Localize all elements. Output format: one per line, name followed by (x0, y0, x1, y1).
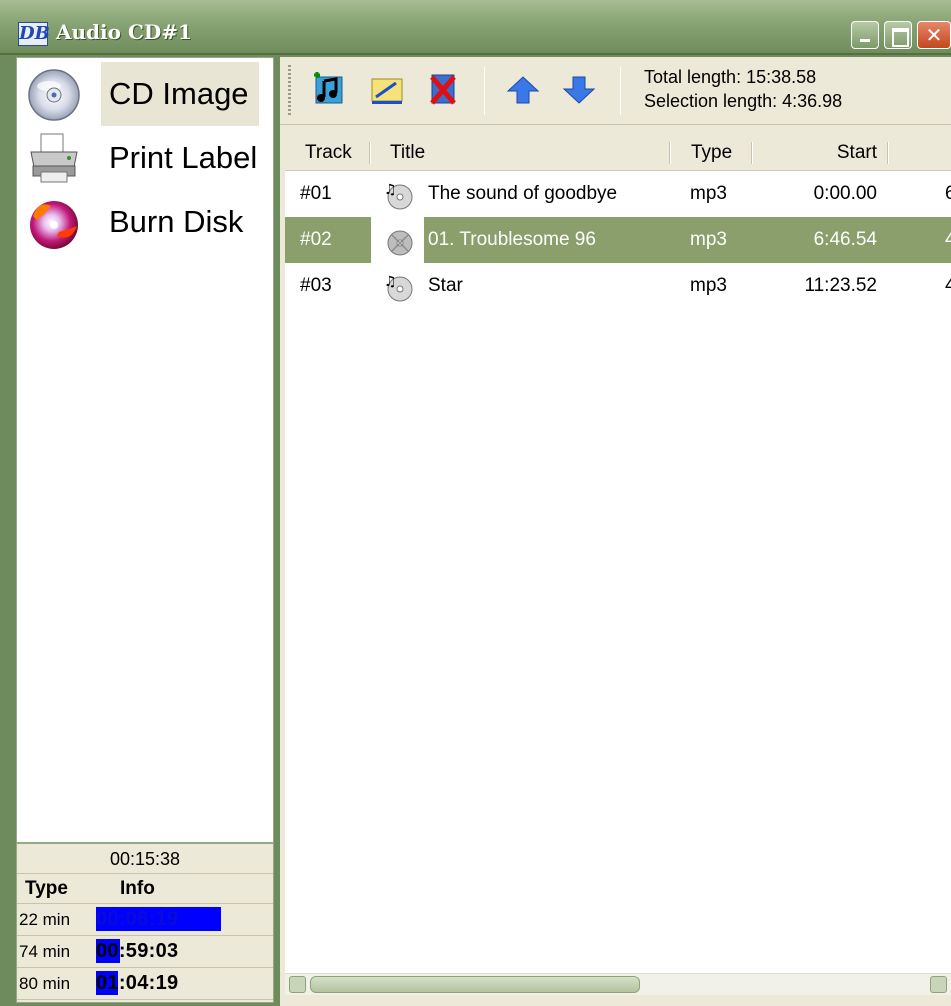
maximize-icon (885, 22, 911, 48)
track-length-partial: 6 (945, 183, 951, 204)
cd-icon (28, 69, 80, 121)
track-title: Star (428, 275, 463, 296)
track-number: #03 (300, 275, 332, 296)
scroll-left-button[interactable] (289, 976, 306, 993)
capacity-type: 22 min (19, 910, 71, 929)
svg-text:♫: ♫ (384, 274, 397, 290)
column-header-track[interactable]: Track (285, 134, 371, 171)
toolbar-grip[interactable] (288, 65, 291, 117)
disc-capacity-panel: 00:15:38 Type Info 22 min 00:06:19 74 mi… (16, 843, 274, 1003)
info-header: Info (120, 878, 155, 899)
title-bar[interactable]: DB Audio CD#1 ✕ (0, 0, 951, 55)
track-type: mp3 (690, 275, 727, 296)
add-track-icon[interactable] (310, 71, 348, 109)
nav-item-burn-disk[interactable]: Burn Disk (21, 190, 271, 254)
track-length-partial: 4 (945, 229, 951, 250)
nav-item-cd-image[interactable]: CD Image (21, 62, 271, 126)
track-number: #01 (300, 183, 332, 204)
music-cd-icon: ♫ (384, 274, 413, 302)
close-icon: ✕ (925, 23, 943, 47)
capacity-row: 80 min 01:04:19 (17, 968, 273, 1000)
list-header: Track Title Type Start (285, 134, 951, 171)
capacity-type: 80 min (19, 974, 71, 993)
capacity-type: 74 min (19, 942, 71, 961)
music-cd-icon: ♫ (384, 182, 413, 210)
remove-icon[interactable] (424, 71, 462, 109)
track-length-partial: 4 (945, 275, 951, 296)
capacity-row: 74 min 00:59:03 (17, 936, 273, 968)
minimize-icon (852, 22, 878, 48)
edit-icon[interactable] (368, 71, 406, 109)
track-type: mp3 (690, 183, 727, 204)
type-header: Type (25, 878, 68, 899)
svg-text:♫: ♫ (384, 182, 397, 198)
horizontal-scrollbar[interactable] (285, 973, 951, 995)
tracklist-pane: Total length: 15:38.58 Selection length:… (280, 57, 951, 1006)
move-down-icon[interactable] (560, 71, 598, 109)
nav-item-label: CD Image (101, 62, 259, 126)
length-info: Total length: 15:38.58 Selection length:… (644, 65, 842, 113)
burn-disk-icon (30, 201, 78, 249)
selection-length: Selection length: 4:36.98 (644, 91, 843, 111)
track-number: #02 (300, 229, 332, 250)
total-length: Total length: 15:38.58 (644, 67, 817, 87)
table-row[interactable]: #01 ♫ The sound of goodbye mp3 0:00.00 6 (285, 171, 951, 217)
table-row[interactable]: #02 01. Troublesome 96 mp3 6:46.54 4 (285, 217, 951, 263)
music-cd-icon (387, 230, 413, 256)
track-start: 11:23.52 (804, 275, 877, 296)
capacity-row: 22 min 00:06:19 (17, 904, 273, 936)
capacity-value: 00:06:19 (96, 908, 179, 930)
maximize-button[interactable] (884, 21, 912, 49)
column-header-start[interactable]: Start (753, 134, 889, 171)
close-button[interactable]: ✕ (917, 21, 951, 49)
column-header-type[interactable]: Type (671, 134, 753, 171)
capacity-value: 01:04:19 (96, 972, 179, 994)
left-nav-pane: CD Image Print Label Burn Disk (16, 57, 274, 843)
nav-item-label: Burn Disk (109, 204, 244, 239)
nav-item-label: Print Label (109, 140, 258, 175)
move-up-icon[interactable] (504, 71, 542, 109)
capacity-value: 00:59:03 (96, 940, 179, 962)
toolbar: Total length: 15:38.58 Selection length:… (280, 57, 951, 125)
minimize-button[interactable] (851, 21, 879, 49)
toolbar-separator (620, 67, 621, 115)
printer-icon (30, 133, 78, 183)
scroll-right-button[interactable] (930, 976, 947, 993)
table-row[interactable]: #03 ♫ Star mp3 11:23.52 4 (285, 263, 951, 309)
app-window: DB Audio CD#1 ✕ CD Image Print Label Bur… (0, 0, 951, 1006)
track-type: mp3 (690, 229, 727, 250)
window-title: Audio CD#1 (56, 20, 192, 44)
scroll-thumb[interactable] (310, 976, 640, 993)
capacity-header: Type Info (17, 874, 273, 904)
track-start: 0:00.00 (813, 183, 877, 204)
track-list[interactable]: Track Title Type Start #01 ♫ The sound o… (285, 134, 951, 994)
track-title: The sound of goodbye (428, 183, 618, 204)
total-time: 00:15:38 (17, 844, 273, 874)
nav-item-print-label[interactable]: Print Label (21, 126, 271, 190)
track-start: 6:46.54 (813, 229, 877, 250)
column-header-title[interactable]: Title (371, 134, 671, 171)
app-logo-icon: DB (18, 22, 50, 46)
toolbar-separator (484, 67, 485, 115)
track-title: 01. Troublesome 96 (428, 229, 596, 250)
